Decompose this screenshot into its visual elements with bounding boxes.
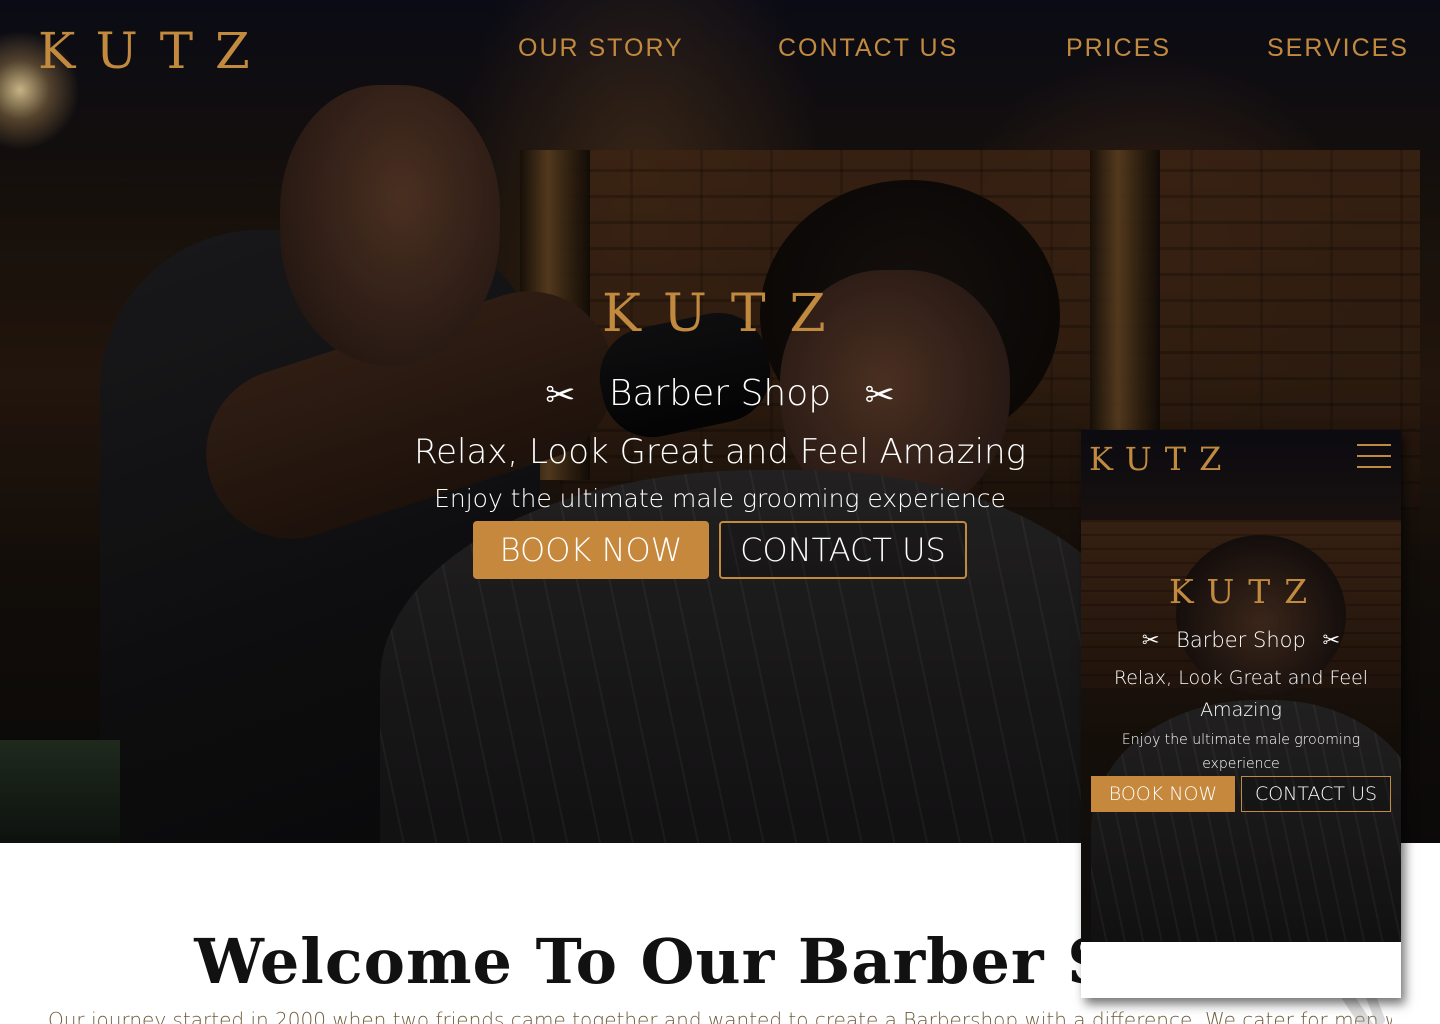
nav-link-services[interactable]: SERVICES [1267,34,1409,63]
mobile-preview: KUTZ KUTZ ✂ Barber Shop ✂ Relax, Look Gr… [1081,430,1401,998]
mobile-book-now-button[interactable]: BOOK NOW [1091,776,1235,812]
mobile-contact-us-button[interactable]: CONTACT US [1241,776,1391,812]
mobile-hero-title: ✂ Barber Shop ✂ [1081,628,1401,652]
mobile-hero-tagline: Relax, Look Great and Feel Amazing [1113,667,1369,721]
hero-title: ✂ Barber Shop ✂ [0,373,1440,416]
mobile-hero-title-text: Barber Shop [1176,628,1306,652]
scissors-icon: ✂ [1141,628,1160,652]
main-nav: OUR STORY CONTACT US PRICES SERVICES [0,34,1440,74]
hamburger-menu-icon[interactable] [1357,444,1391,472]
scissors-icon: ✂ [864,374,895,416]
scissors-icon: ✂ [545,374,576,416]
hero-logo: KUTZ [602,284,850,344]
book-now-button[interactable]: BOOK NOW [473,521,709,579]
hero-title-text: Barber Shop [608,373,832,414]
nav-link-contact-us[interactable]: CONTACT US [778,34,958,63]
mobile-logo[interactable]: KUTZ [1089,440,1234,478]
scissors-icon: ✂ [1322,628,1341,652]
nav-link-prices[interactable]: PRICES [1066,34,1171,63]
nav-link-our-story[interactable]: OUR STORY [518,34,684,63]
mobile-hero-subtitle: Enjoy the ultimate male grooming experie… [1121,732,1361,772]
mobile-hero-logo: KUTZ [1169,572,1322,611]
welcome-intro: Our journey started in 2000 when two fri… [48,1008,1392,1024]
contact-us-button[interactable]: CONTACT US [719,521,967,579]
